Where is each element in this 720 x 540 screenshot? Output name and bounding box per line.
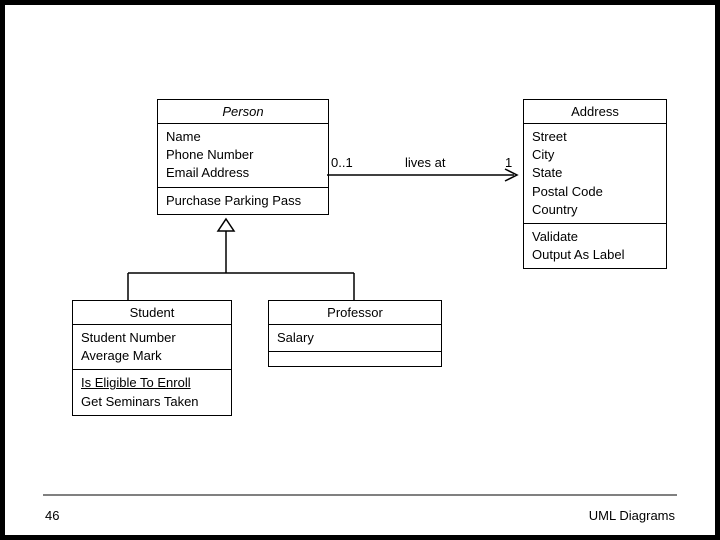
attribute-row: Postal Code bbox=[532, 183, 658, 201]
connectors-svg bbox=[5, 5, 715, 535]
class-attributes-address: Street City State Postal Code Country bbox=[524, 124, 666, 224]
attribute-row: Country bbox=[532, 201, 658, 219]
page-number: 46 bbox=[45, 508, 59, 523]
class-title-person: Person bbox=[158, 100, 328, 124]
class-attributes-person: Name Phone Number Email Address bbox=[158, 124, 328, 188]
attribute-row: Email Address bbox=[166, 164, 320, 182]
class-title-professor: Professor bbox=[269, 301, 441, 325]
attribute-row: Salary bbox=[277, 329, 433, 347]
multiplicity-left: 0..1 bbox=[331, 155, 353, 170]
class-operations-professor bbox=[269, 352, 441, 366]
class-title-student: Student bbox=[73, 301, 231, 325]
attribute-row: Street bbox=[532, 128, 658, 146]
multiplicity-right: 1 bbox=[505, 155, 512, 170]
operation-row: Is Eligible To Enroll bbox=[81, 374, 223, 392]
slide-frame: Person Name Phone Number Email Address P… bbox=[0, 0, 720, 540]
footer-caption: UML Diagrams bbox=[589, 508, 675, 523]
class-operations-person: Purchase Parking Pass bbox=[158, 188, 328, 214]
class-title-address: Address bbox=[524, 100, 666, 124]
class-person: Person Name Phone Number Email Address P… bbox=[157, 99, 329, 215]
operation-row: Purchase Parking Pass bbox=[166, 192, 320, 210]
class-professor: Professor Salary bbox=[268, 300, 442, 367]
attribute-row: Name bbox=[166, 128, 320, 146]
attribute-row: State bbox=[532, 164, 658, 182]
operation-row: Validate bbox=[532, 228, 658, 246]
association-label: lives at bbox=[405, 155, 445, 170]
class-student: Student Student Number Average Mark Is E… bbox=[72, 300, 232, 416]
operation-row: Get Seminars Taken bbox=[81, 393, 223, 411]
attribute-row: Phone Number bbox=[166, 146, 320, 164]
operation-row: Output As Label bbox=[532, 246, 658, 264]
attribute-row: Average Mark bbox=[81, 347, 223, 365]
class-attributes-professor: Salary bbox=[269, 325, 441, 352]
class-address: Address Street City State Postal Code Co… bbox=[523, 99, 667, 269]
class-operations-address: Validate Output As Label bbox=[524, 224, 666, 268]
attribute-row: City bbox=[532, 146, 658, 164]
attribute-row: Student Number bbox=[81, 329, 223, 347]
class-operations-student: Is Eligible To Enroll Get Seminars Taken bbox=[73, 370, 231, 414]
class-attributes-student: Student Number Average Mark bbox=[73, 325, 231, 370]
